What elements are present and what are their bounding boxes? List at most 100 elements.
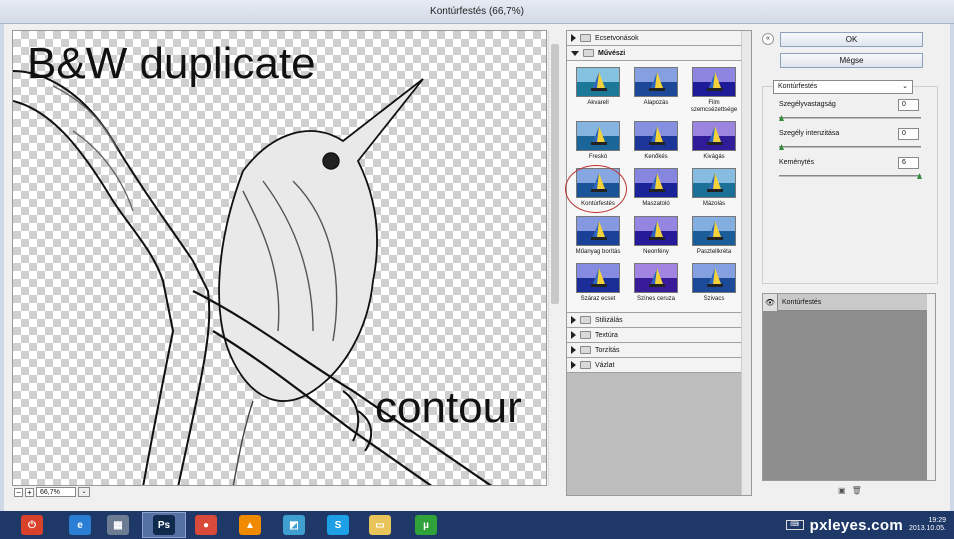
chevron-right-icon[interactable] [571,361,576,369]
filter-preview-image[interactable] [576,67,620,97]
layers-scrollbar[interactable] [927,294,935,480]
filter-preview-image[interactable] [692,168,736,199]
param-value-input[interactable]: 0 [898,128,919,140]
filter-thumbnail[interactable]: Film szemcsézettsége [685,67,743,117]
filter-preview-image[interactable] [634,121,678,152]
taskbar-chrome-button[interactable]: ● [184,512,228,538]
gallery-scrollbar[interactable] [741,31,751,495]
zoom-in-button[interactable]: + [25,487,34,497]
scroll-thumb[interactable] [551,44,559,304]
taskbar-utorrent-button[interactable]: µ [404,512,448,538]
folder-row[interactable]: Textúra [567,328,751,343]
filter-label: Neonfény [643,248,669,255]
filter-thumbnail[interactable]: Freskó [569,121,627,164]
collapse-gallery-icon[interactable]: « [762,33,774,45]
filter-label: Freskó [588,154,608,161]
folder-label: Torzítás [595,346,620,354]
filter-preview-image[interactable] [692,121,736,152]
folder-label: Textúra [595,331,618,339]
chevron-right-icon[interactable] [571,346,576,354]
taskbar-photoshop-button[interactable]: Ps [142,512,186,538]
folder-label: Ecsetvonások [595,34,639,42]
zoom-dropdown-icon[interactable]: ⌄ [78,487,90,497]
preview-horizontal-scrollbar[interactable] [12,486,560,498]
filter-preview-image[interactable] [692,262,736,293]
filter-preview-image[interactable] [634,67,678,97]
folder-icon [580,346,591,354]
folder-open[interactable]: Művészi [567,46,751,61]
chevron-right-icon[interactable] [571,316,576,324]
filter-thumbnail[interactable]: Kenőkés [627,121,685,164]
internet-explorer-icon: e [69,515,91,535]
ok-button[interactable]: OK [780,32,923,47]
filter-thumbnail[interactable]: Száraz ecset [569,262,627,306]
preview-vertical-scrollbar[interactable] [548,30,560,486]
filter-preview-image[interactable] [576,215,620,246]
filter-thumbnail[interactable]: Színes ceruza [627,262,685,306]
taskbar-explorer-button[interactable]: ▭ [358,512,402,538]
delete-layer-icon[interactable]: 🗑 [852,486,862,495]
slider-knob[interactable] [917,173,922,179]
filter-preview-image[interactable] [634,215,678,246]
eye-icon[interactable]: 👁 [763,293,778,311]
chevron-right-icon[interactable] [571,331,576,339]
taskbar-power-button[interactable]: ⏻ [10,512,54,538]
filter-preview-image[interactable] [576,121,620,152]
param-slider[interactable] [779,173,922,179]
taskbar-notes-button[interactable]: ◩ [272,512,316,538]
param-label: Keménytés [779,159,815,166]
filter-preview-image[interactable] [692,67,736,97]
filter-select[interactable]: Kontúrfestés ⌄ [773,80,913,94]
param-value-input[interactable]: 6 [898,157,919,169]
filter-thumbnail[interactable]: Műanyag borítás [569,215,627,259]
clock-date: 2013.10.05. [909,525,946,532]
slider-knob[interactable] [779,144,784,150]
zoom-value[interactable]: 66,7% [36,487,76,497]
chevron-right-icon[interactable] [571,34,576,42]
keyboard-icon[interactable]: ⌨ [785,520,804,530]
taskbar-skype-button[interactable]: S [316,512,360,538]
filter-preview-image[interactable] [692,215,736,246]
taskbar-calculator-button[interactable]: ▦ [96,512,140,538]
clock[interactable]: 19:29 2013.10.05. [909,517,946,533]
cancel-button[interactable]: Mégse [780,53,923,68]
filter-label: Akvarell [587,100,609,106]
filter-label: Színes ceruza [636,295,676,302]
param-value-input[interactable]: 0 [898,99,919,111]
effect-layer-row[interactable]: 👁 Kontúrfestés [763,293,935,311]
folder-row[interactable]: Ecsetvonások [567,31,751,46]
filter-label: Száraz ecset [580,295,616,302]
window-title: Kontúrfestés (66,7%) [0,0,954,24]
param-slider[interactable] [779,115,921,121]
image-preview[interactable]: B&W duplicate contour [12,30,547,486]
filter-thumbnail[interactable]: Neonfény [627,215,685,259]
filter-thumbnail[interactable]: Szivacs [685,262,743,306]
taskbar-vlc-button[interactable]: ▲ [228,512,272,538]
filter-select-value: Kontúrfestés [778,83,818,90]
filter-thumbnail[interactable]: Kivágás [685,121,743,164]
system-tray: ⌨ pxleyes.com 19:29 2013.10.05. [785,511,946,539]
folder-row[interactable]: Vázlat [567,358,751,373]
filter-preview-image[interactable] [634,262,678,293]
slider-knob[interactable] [779,115,784,121]
effect-layers-panel: 👁 Kontúrfestés [762,293,936,481]
clock-time: 19:29 [928,517,946,524]
folder-row[interactable]: Stilizálás [567,313,751,328]
filter-label: Alapozás [643,100,669,106]
notes-icon: ◩ [283,515,305,535]
new-layer-icon[interactable]: ▣ [838,486,846,495]
filter-thumbnail[interactable]: Pasztellkréta [685,215,743,259]
filter-thumbnail[interactable]: Mázolás [685,168,743,211]
filter-preview-image[interactable] [634,168,678,199]
chevron-down-icon[interactable] [571,50,579,56]
vlc-icon: ▲ [239,515,261,535]
folder-icon [580,331,591,339]
filter-settings: Kontúrfestés ⌄ Szegélyvastagság 0 Szegély … [762,80,938,284]
filter-thumbnail[interactable]: Akvarell [569,67,627,117]
param-slider[interactable] [779,144,921,150]
filter-thumbnail[interactable]: Maszatoló [627,168,685,211]
folder-row[interactable]: Torzítás [567,343,751,358]
filter-preview-image[interactable] [576,262,620,293]
zoom-out-button[interactable]: − [14,487,23,497]
filter-thumbnail[interactable]: Alapozás [627,67,685,117]
